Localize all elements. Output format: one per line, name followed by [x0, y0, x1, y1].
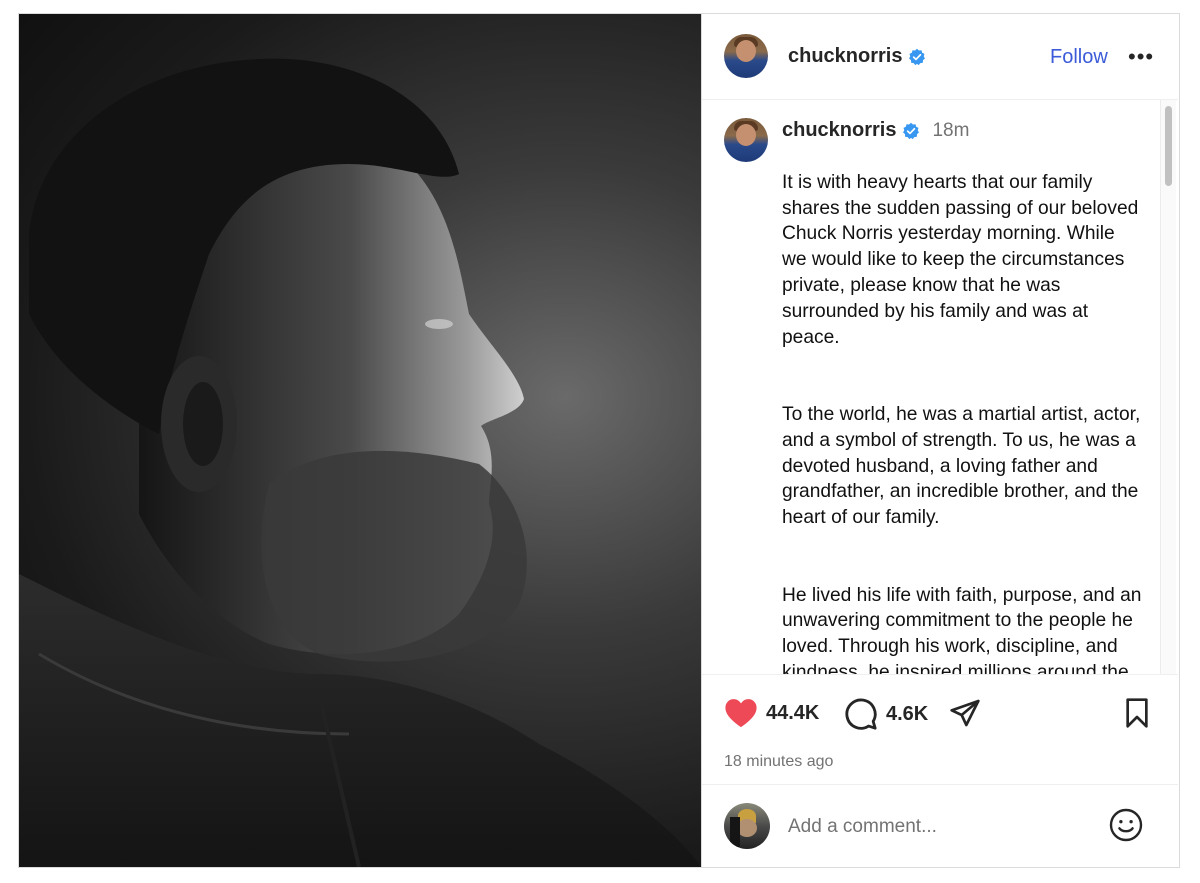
like-button[interactable]: 44.4K — [724, 697, 819, 729]
portrait-illustration — [19, 58, 701, 867]
comment-bar — [702, 784, 1178, 867]
share-button[interactable] — [948, 697, 982, 729]
caption-paragraph-1: It is with heavy hearts that our family … — [782, 171, 1139, 348]
verified-badge-icon — [903, 122, 920, 139]
send-icon — [950, 699, 980, 727]
verified-badge-icon — [909, 48, 926, 65]
comment-count[interactable]: 4.6K — [886, 703, 928, 726]
like-count[interactable]: 44.4K — [766, 702, 819, 725]
portrait-beard — [261, 450, 527, 662]
more-options-icon[interactable]: ••• — [1128, 44, 1154, 70]
comment-bubble-icon — [845, 698, 877, 730]
caption-paragraph-3: He lived his life with faith, purpose, a… — [782, 584, 1142, 674]
post-modal: chucknorris Follow ••• chucknorris 18m I… — [18, 13, 1180, 868]
save-button[interactable] — [1122, 697, 1152, 729]
scrollbar-thumb[interactable] — [1165, 106, 1172, 186]
caption-username[interactable]: chucknorris 18m — [782, 119, 969, 142]
emoji-button[interactable] — [1108, 807, 1144, 848]
comment-button[interactable]: 4.6K — [844, 697, 928, 731]
comment-input[interactable] — [786, 811, 1090, 843]
post-sidebar: chucknorris Follow ••• chucknorris 18m I… — [701, 14, 1179, 867]
follow-button[interactable]: Follow — [1050, 46, 1108, 69]
post-photo[interactable] — [19, 14, 701, 867]
post-age[interactable]: 18m — [932, 120, 969, 142]
bookmark-icon — [1126, 698, 1148, 728]
action-bar: 44.4K 4.6K 18 minutes ago — [702, 674, 1178, 784]
caption-author-avatar[interactable] — [724, 118, 768, 162]
caption-text: It is with heavy hearts that our family … — [782, 144, 1144, 674]
post-header: chucknorris Follow ••• — [702, 14, 1178, 100]
heart-filled-icon — [725, 699, 757, 728]
caption-scrollbar[interactable] — [1160, 100, 1176, 674]
post-timestamp: 18 minutes ago — [724, 753, 834, 770]
author-username[interactable]: chucknorris — [788, 45, 926, 68]
caption-paragraph-2: To the world, he was a martial artist, a… — [782, 403, 1141, 529]
smiley-icon — [1109, 808, 1143, 842]
current-user-avatar[interactable] — [724, 803, 770, 849]
author-avatar[interactable] — [724, 34, 768, 78]
caption-area: chucknorris 18m It is with heavy hearts … — [702, 100, 1178, 674]
